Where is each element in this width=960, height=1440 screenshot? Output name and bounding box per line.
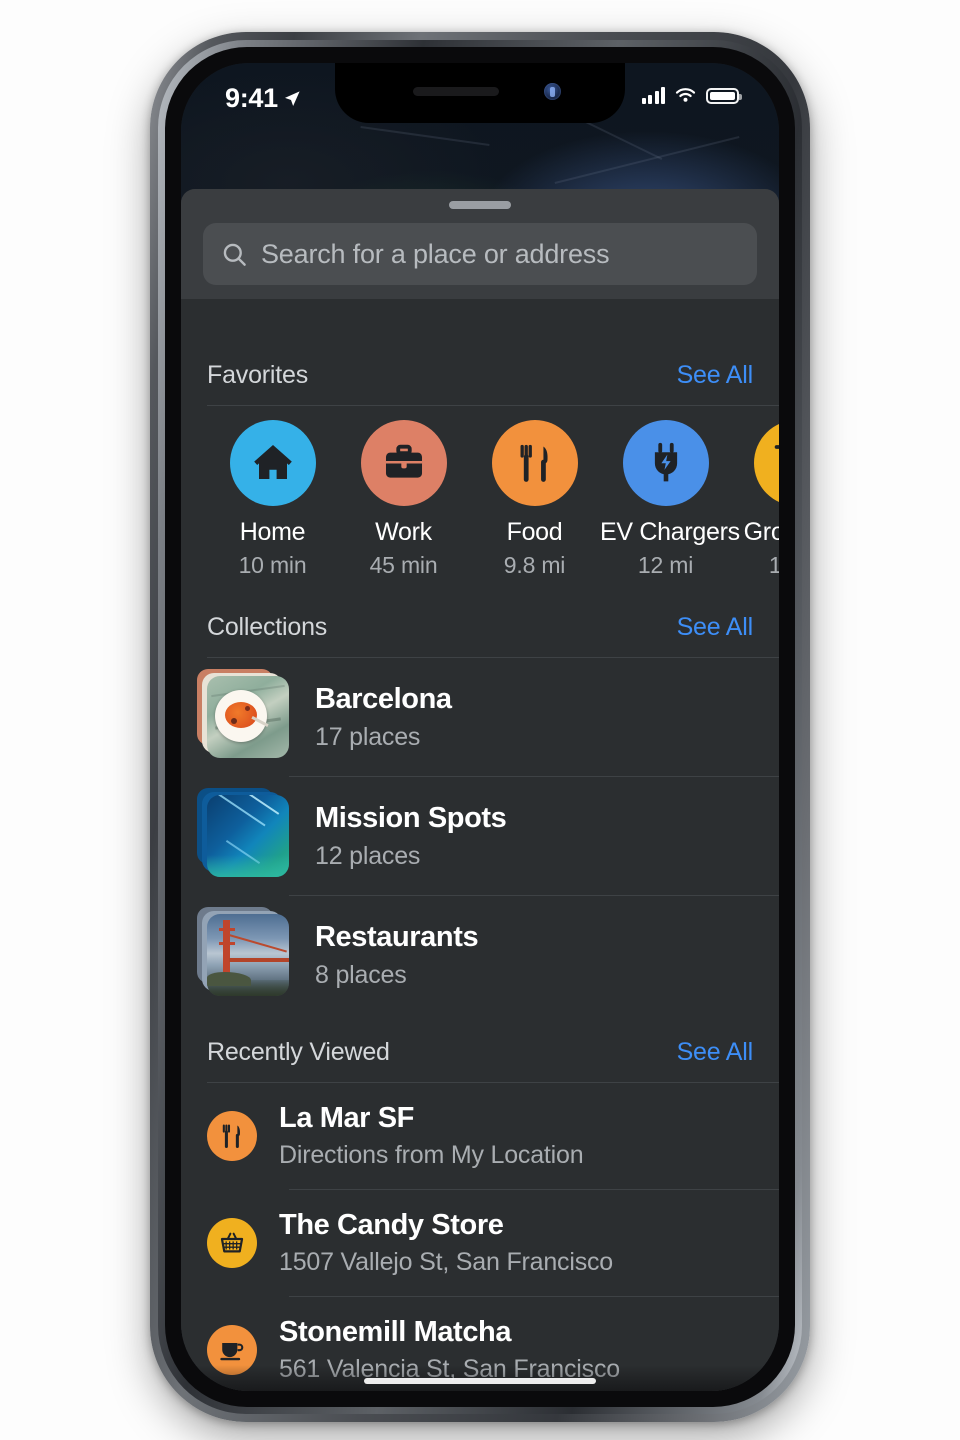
favorite-detail: 45 min <box>369 552 438 578</box>
favorite-detail: 10 min <box>238 552 307 578</box>
collections-see-all-button[interactable]: See All <box>677 613 754 642</box>
favorite-label: EV Chargers <box>600 518 740 546</box>
recently-viewed-section-header: Recently Viewed See All <box>181 1014 779 1082</box>
home-icon <box>229 420 316 506</box>
ev-plug-icon <box>622 420 709 506</box>
fork-knife-glyph-icon <box>520 444 548 482</box>
collection-name: Restaurants <box>315 920 479 953</box>
recent-name: Stonemill Matcha <box>279 1316 512 1348</box>
recent-text: The Candy Store 1507 Vallejo St, San Fra… <box>279 1209 613 1277</box>
food-plate-photo <box>197 669 289 758</box>
favorite-label: Work <box>375 518 432 546</box>
phone-screen: 9:41 Search for a place or address Favor… <box>181 63 779 1391</box>
favorite-item-groceries[interactable]: Groceries 13 mi <box>731 420 779 579</box>
collections-title: Collections <box>207 613 328 641</box>
favorites-section-header: Favorites See All <box>181 337 779 405</box>
earpiece-speaker <box>413 87 499 96</box>
bottom-sheet: Search for a place or address Favorites … <box>181 189 779 1391</box>
collection-places-count: 12 places <box>315 841 421 870</box>
sheet-content[interactable]: Favorites See All Home 10 min Work 45 mi… <box>181 337 779 1391</box>
front-camera-icon <box>544 83 561 100</box>
collection-text: Restaurants 8 places <box>315 920 479 990</box>
cup-glyph-icon <box>220 1343 244 1361</box>
recent-row-the-candy-store[interactable]: The Candy Store 1507 Vallejo St, San Fra… <box>181 1190 779 1296</box>
collection-text: Barcelona 17 places <box>315 683 452 752</box>
collection-places-count: 17 places <box>315 722 421 751</box>
favorite-detail: 13 mi <box>768 552 779 578</box>
thumbnail-image <box>207 914 289 996</box>
phone-inner-bezel: 9:41 Search for a place or address Favor… <box>165 47 795 1407</box>
favorite-detail: 12 mi <box>637 552 694 578</box>
recent-detail: 1507 Vallejo St, San Francisco <box>279 1248 614 1276</box>
briefcase-icon <box>360 420 447 506</box>
collection-row-restaurants[interactable]: Restaurants 8 places <box>181 896 779 1014</box>
notch <box>335 63 625 123</box>
home-indicator[interactable] <box>364 1378 596 1384</box>
recent-detail: Directions from My Location <box>279 1141 584 1169</box>
favorite-item-home[interactable]: Home 10 min <box>207 420 338 579</box>
phone-frame: 9:41 Search for a place or address Favor… <box>150 32 810 1422</box>
search-icon <box>223 243 246 266</box>
phone-bezel: 9:41 Search for a place or address Favor… <box>158 40 802 1414</box>
favorite-detail: 9.8 mi <box>503 552 566 578</box>
ev-plug-glyph-icon <box>654 442 677 482</box>
shopping-basket-icon <box>207 1218 257 1268</box>
map-road <box>360 125 490 147</box>
favorite-label: Food <box>506 518 563 546</box>
recently-viewed-title: Recently Viewed <box>207 1038 390 1066</box>
briefcase-glyph-icon <box>385 444 422 478</box>
favorite-label: Groceries <box>743 518 779 546</box>
recent-name: La Mar SF <box>279 1102 414 1134</box>
collection-text: Mission Spots 12 places <box>315 801 507 871</box>
recent-name: The Candy Store <box>279 1209 504 1241</box>
collection-places-count: 8 places <box>315 960 407 989</box>
blue-abstract-photo <box>197 788 289 877</box>
favorite-item-food[interactable]: Food 9.8 mi <box>469 420 600 579</box>
collection-row-mission-spots[interactable]: Mission Spots 12 places <box>181 777 779 895</box>
favorite-item-work[interactable]: Work 45 min <box>338 420 469 579</box>
golden-gate-bridge-photo <box>197 907 289 996</box>
sheet-grabber-handle[interactable] <box>449 201 511 209</box>
favorite-item-ev-chargers[interactable]: EV Chargers 12 mi <box>600 420 740 579</box>
thumbnail-image <box>207 676 289 758</box>
screenshot-stage: 9:41 Search for a place or address Favor… <box>0 0 960 1440</box>
favorites-list[interactable]: Home 10 min Work 45 min Food 9.8 mi EV C… <box>181 406 779 589</box>
collections-section-header: Collections See All <box>181 589 779 657</box>
shopping-cart-icon <box>753 420 779 506</box>
cart-glyph-icon <box>774 445 779 449</box>
favorites-title: Favorites <box>207 361 309 389</box>
recent-text: La Mar SF Directions from My Location <box>279 1102 584 1170</box>
favorites-see-all-button[interactable]: See All <box>677 361 754 390</box>
recently-viewed-see-all-button[interactable]: See All <box>677 1038 754 1067</box>
sheet-header: Search for a place or address <box>181 189 779 299</box>
recent-row-la-mar-sf[interactable]: La Mar SF Directions from My Location <box>181 1083 779 1189</box>
map-road <box>554 136 740 184</box>
collection-name: Barcelona <box>315 682 452 715</box>
fork-knife-icon <box>491 420 578 506</box>
home-glyph-icon <box>253 445 292 479</box>
search-placeholder: Search for a place or address <box>261 238 610 269</box>
fork-knife-glyph-icon <box>222 1124 240 1149</box>
thumbnail-image <box>207 795 289 877</box>
fork-knife-icon <box>207 1111 257 1161</box>
collection-name: Mission Spots <box>315 801 507 834</box>
basket-glyph-icon <box>220 1232 244 1253</box>
favorite-label: Home <box>239 518 306 546</box>
collection-row-barcelona[interactable]: Barcelona 17 places <box>181 658 779 776</box>
search-input[interactable]: Search for a place or address <box>203 223 757 285</box>
